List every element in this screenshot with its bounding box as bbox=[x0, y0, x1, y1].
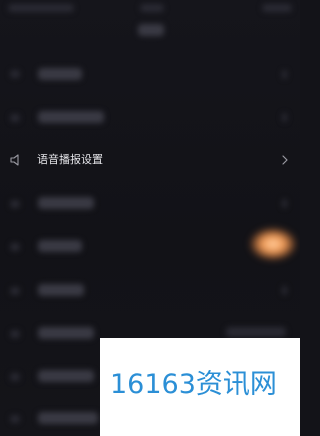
blurred-row-label bbox=[38, 197, 94, 209]
blurred-chevron bbox=[282, 70, 287, 79]
blurred-row-value bbox=[226, 327, 286, 337]
blurred-row-icon bbox=[10, 200, 20, 208]
chevron-right-icon bbox=[282, 155, 288, 165]
blurred-row-label bbox=[38, 240, 82, 252]
blurred-row-icon bbox=[10, 243, 20, 251]
blurred-row-icon bbox=[10, 287, 20, 295]
blurred-chevron bbox=[282, 286, 287, 295]
blurred-header-center bbox=[140, 4, 164, 12]
blurred-row-label bbox=[38, 68, 82, 80]
blurred-row-label bbox=[38, 370, 94, 382]
watermark-text: 16163资讯网 bbox=[110, 369, 277, 400]
blurred-row-icon bbox=[10, 330, 20, 338]
blurred-chevron bbox=[282, 199, 287, 208]
blurred-row-icon bbox=[10, 70, 20, 78]
blurred-chevron bbox=[282, 113, 287, 122]
toggle-glow bbox=[250, 228, 296, 260]
blurred-header-left bbox=[8, 4, 74, 12]
voice-broadcast-settings-label: 语音播报设置 bbox=[37, 153, 103, 166]
speaker-icon bbox=[10, 154, 19, 166]
blurred-row-label bbox=[38, 327, 94, 339]
blurred-row-label bbox=[38, 111, 104, 123]
watermark: 16163资讯网 bbox=[100, 338, 300, 436]
blurred-row-icon bbox=[10, 415, 20, 423]
settings-screen: 语音播报设置 16163资讯网 bbox=[0, 0, 300, 436]
blurred-row-label bbox=[38, 284, 84, 296]
voice-broadcast-settings-row[interactable]: 语音播报设置 bbox=[0, 145, 300, 175]
blurred-header-right bbox=[262, 4, 292, 12]
blurred-title bbox=[138, 24, 164, 36]
blurred-row-icon bbox=[10, 114, 20, 122]
blurred-row-icon bbox=[10, 373, 20, 381]
blurred-row-label bbox=[38, 412, 98, 424]
